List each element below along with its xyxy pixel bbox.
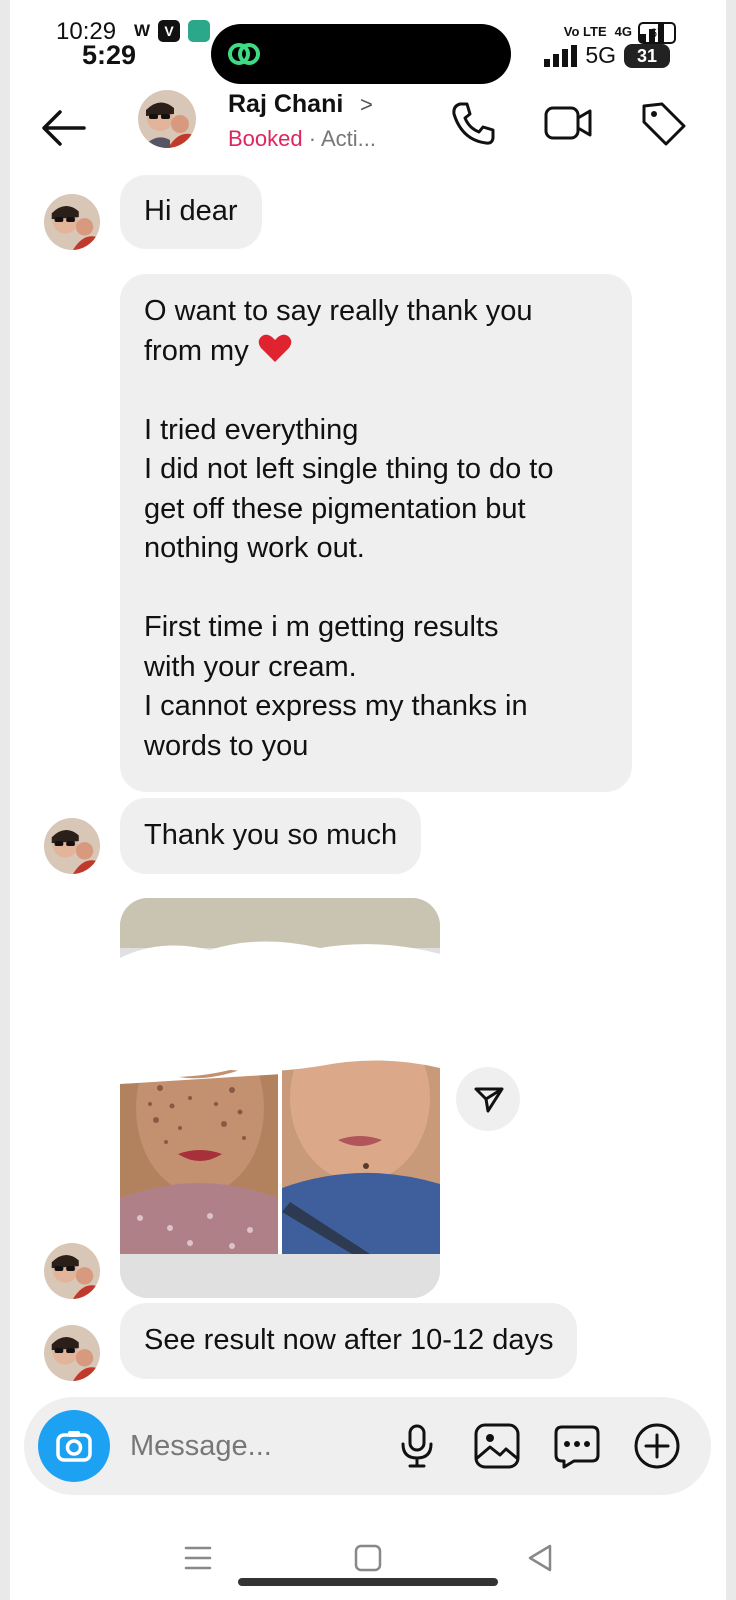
sender-avatar xyxy=(44,1325,100,1381)
avatar-image xyxy=(44,1243,100,1299)
send-icon xyxy=(474,1087,504,1113)
message-bubble[interactable]: Thank you so much xyxy=(120,798,422,874)
share-button[interactable] xyxy=(456,1067,520,1131)
message-text: I tried everything I did not left single… xyxy=(144,413,554,762)
plus-icon[interactable] xyxy=(632,1421,682,1471)
chat-header: Raj Chani > Booked · Acti... xyxy=(0,88,736,168)
tag-icon[interactable] xyxy=(638,98,688,148)
battery-icon: 31 xyxy=(624,43,670,68)
contact-status: Booked · Acti... xyxy=(228,126,376,152)
booked-label: Booked xyxy=(228,126,303,151)
message-text: O want to say really thank you from my xyxy=(144,295,533,367)
signal-icon xyxy=(544,44,578,67)
message-input[interactable] xyxy=(128,1425,372,1467)
status-network: 5G 31 xyxy=(544,42,670,69)
network-type: 5G xyxy=(585,42,616,68)
sticker-icon[interactable] xyxy=(552,1421,602,1471)
right-edge xyxy=(726,0,736,1600)
network-type-top: 4G xyxy=(614,23,632,39)
avatar-image xyxy=(138,90,196,148)
contact-avatar[interactable] xyxy=(138,90,196,148)
notification-icons: W V xyxy=(134,20,211,42)
contact-name[interactable]: Raj Chani xyxy=(228,90,343,119)
avatar-image xyxy=(44,1325,100,1381)
home-icon[interactable] xyxy=(348,1538,388,1578)
activity-status: Acti... xyxy=(320,126,376,151)
w-notification-icon: W xyxy=(134,21,151,40)
sender-avatar xyxy=(44,194,100,250)
screen: 10:29 5:29 W V Vo LTE 4G 67 5G 31 Raj Ch… xyxy=(0,0,736,1600)
back-arrow-icon[interactable] xyxy=(38,106,90,150)
phone-icon[interactable] xyxy=(448,98,498,148)
photo-message[interactable] xyxy=(120,898,440,1298)
gallery-icon[interactable] xyxy=(472,1421,522,1471)
message-bubble[interactable]: See result now after 10-12 days xyxy=(120,1303,578,1379)
microphone-icon[interactable] xyxy=(392,1421,442,1471)
menu-icon[interactable] xyxy=(178,1538,218,1578)
video-icon[interactable] xyxy=(543,98,593,148)
heart-emoji-icon xyxy=(258,334,292,362)
battery-top-icon: 67 xyxy=(638,22,676,44)
message-bubble[interactable]: O want to say really thank you from my I… xyxy=(120,274,632,792)
camera-icon xyxy=(56,1431,92,1462)
before-after-photo xyxy=(120,898,440,1298)
threads-logo-icon xyxy=(228,43,260,65)
chevron-right-icon[interactable]: > xyxy=(360,92,373,118)
volte-icon: Vo LTE xyxy=(563,23,607,39)
back-icon[interactable] xyxy=(520,1538,560,1578)
v-notification-icon: V xyxy=(158,20,181,42)
left-edge xyxy=(0,0,10,1600)
avatar-image xyxy=(44,818,100,874)
message-composer xyxy=(24,1397,711,1495)
sender-avatar xyxy=(44,818,100,874)
gesture-bar[interactable] xyxy=(238,1578,498,1586)
status-time: 5:29 xyxy=(82,40,137,70)
sender-avatar xyxy=(44,1243,100,1299)
message-bubble[interactable]: Hi dear xyxy=(120,175,262,249)
app-notification-icon xyxy=(188,20,211,42)
avatar-image xyxy=(44,194,100,250)
camera-button[interactable] xyxy=(38,1410,110,1482)
status-separator: · xyxy=(308,126,317,151)
